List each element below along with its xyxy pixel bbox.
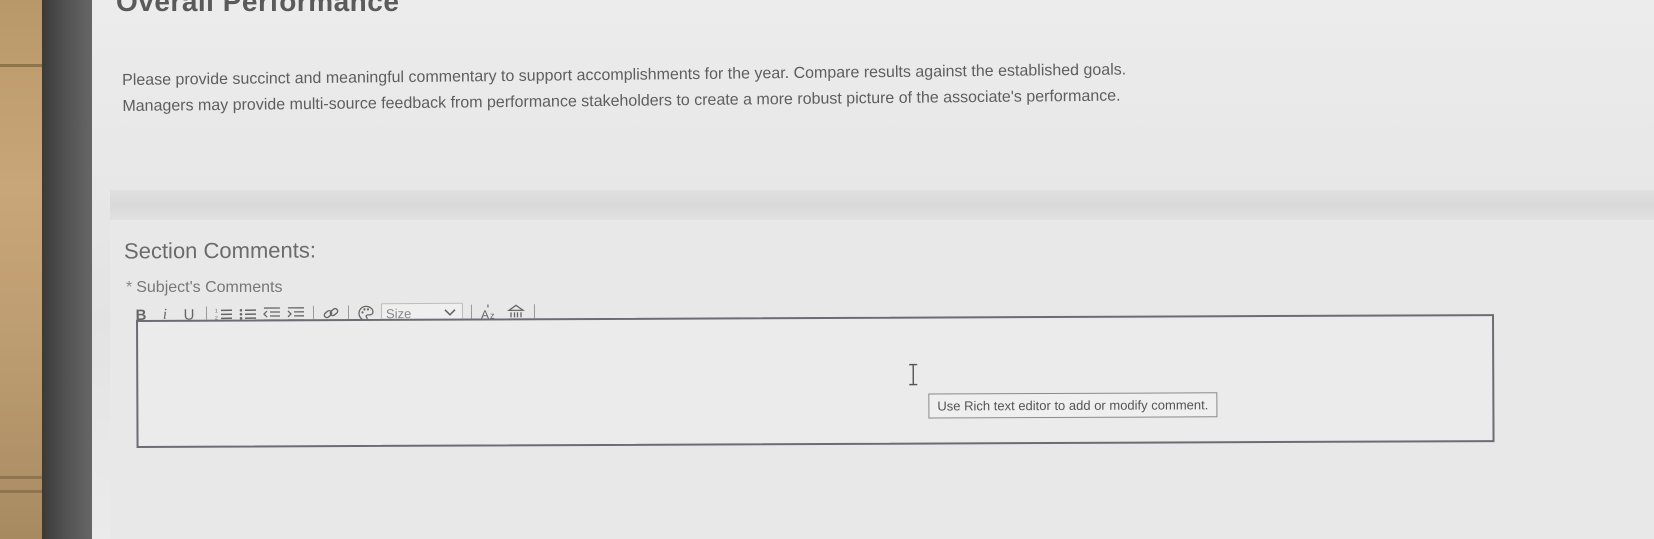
subject-comments-label-text: Subject's Comments — [136, 279, 283, 296]
editor-tooltip: Use Rich text editor to add or modify co… — [928, 392, 1218, 419]
section-comments-heading: Section Comments: — [123, 237, 317, 264]
intro-text: Please provide succinct and meaningful c… — [122, 56, 1272, 120]
chevron-down-icon — [444, 309, 456, 316]
screen: Overall Performance Please provide succi… — [92, 0, 1654, 539]
section-title: Overall Performance — [116, 0, 400, 17]
subject-comments-editor[interactable]: Use Rich text editor to add or modify co… — [136, 314, 1495, 448]
required-marker: * — [126, 279, 133, 296]
text-cursor-icon — [909, 363, 918, 386]
svg-text:1: 1 — [215, 308, 218, 314]
section-divider-band — [110, 190, 1654, 220]
subject-comments-label: * Subject's Comments — [126, 279, 282, 297]
